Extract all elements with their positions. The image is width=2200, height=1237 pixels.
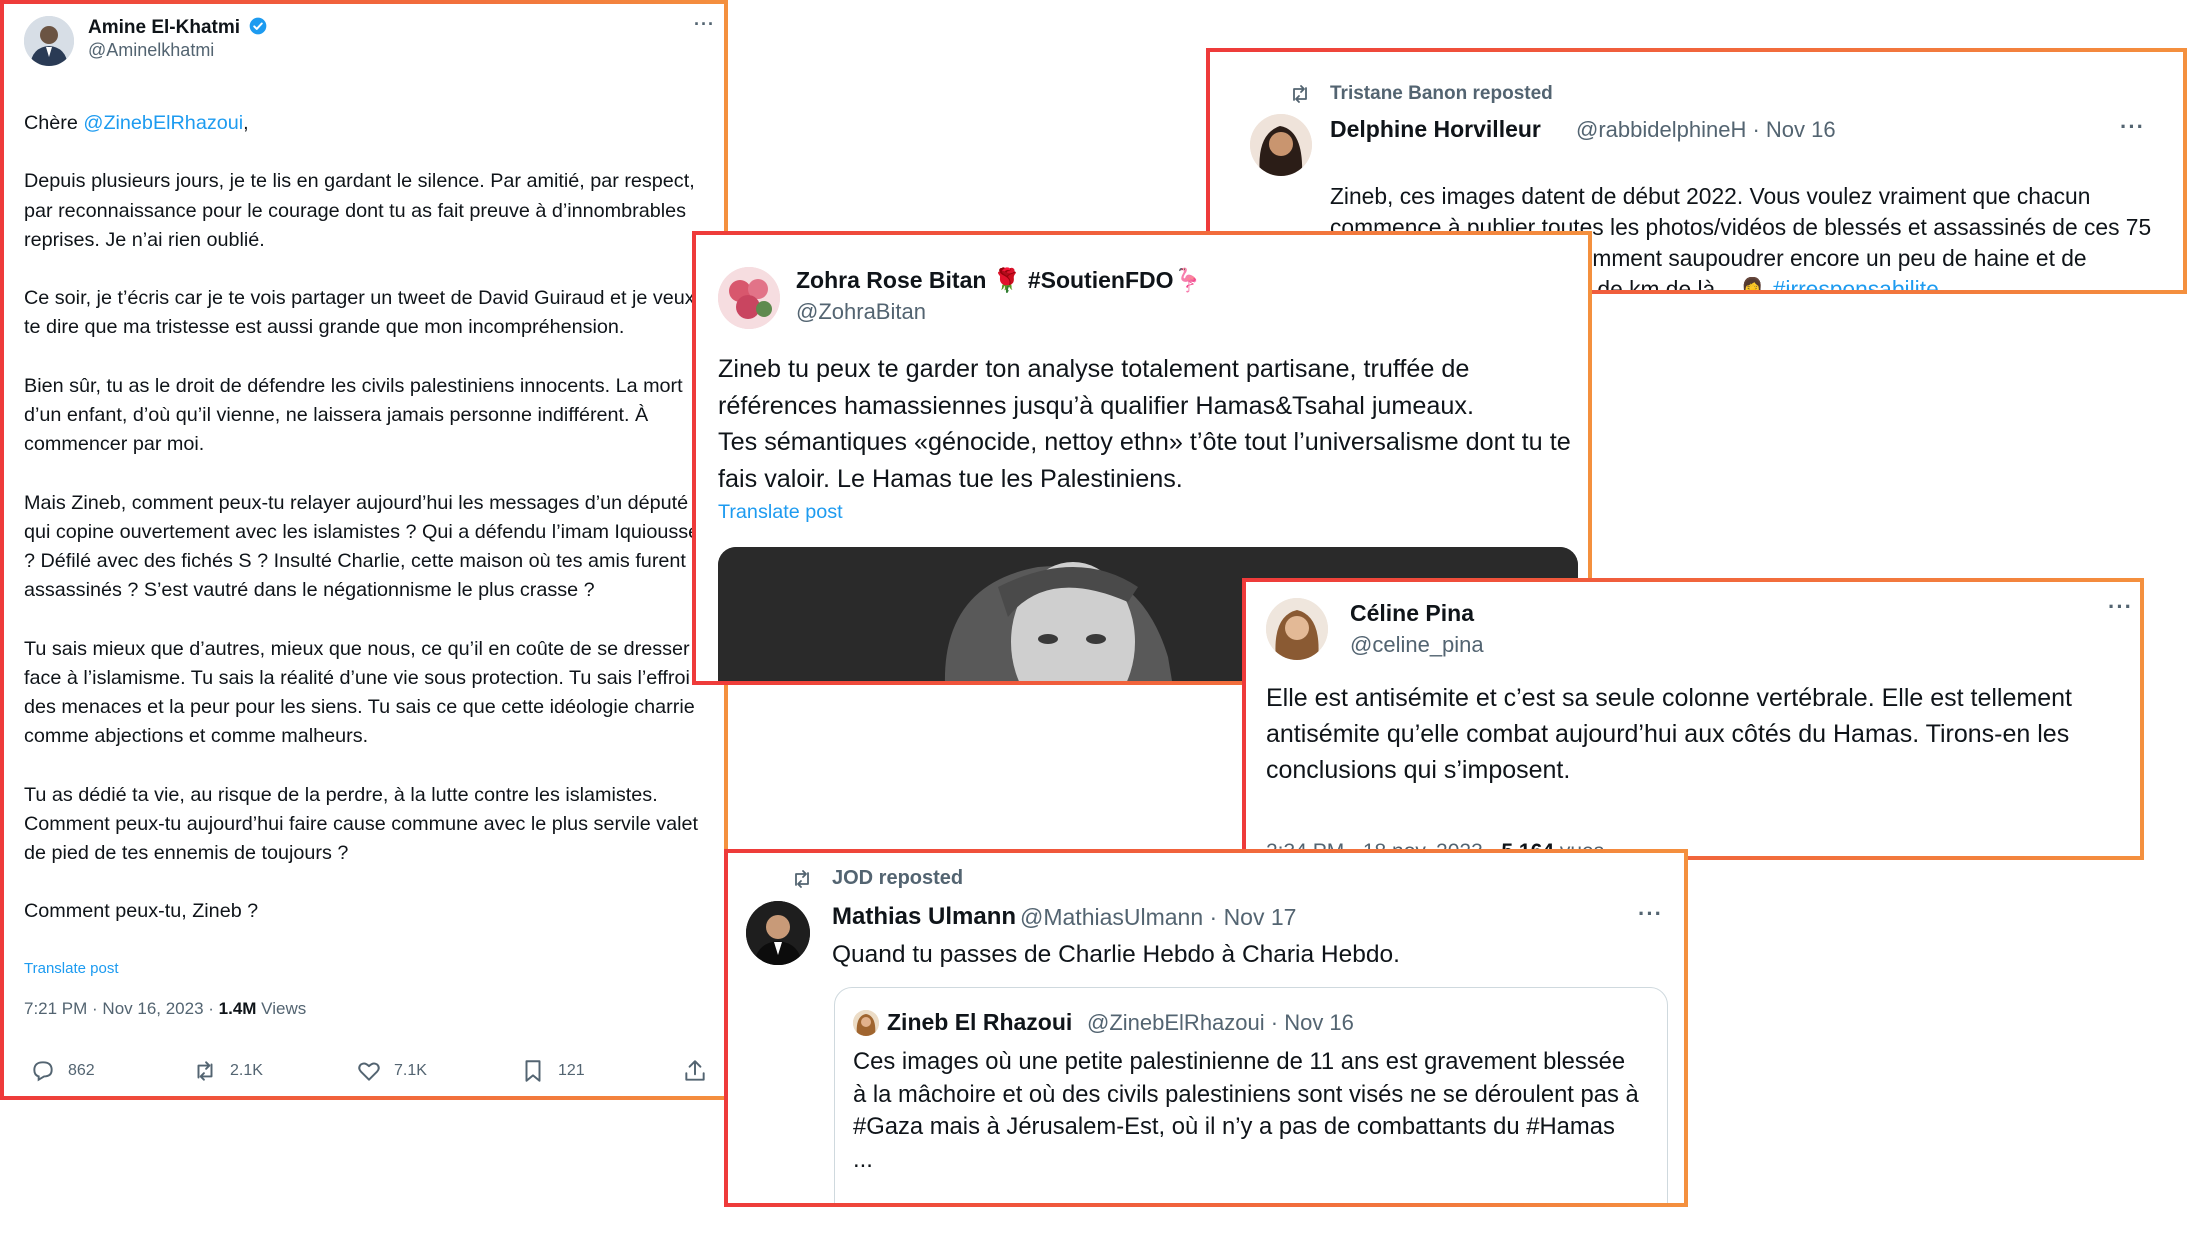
tweet-meta: 7:21 PM · Nov 16, 2023 · 1.4M Views: [24, 999, 306, 1019]
share-icon: [685, 1060, 705, 1081]
translate-post-link[interactable]: Translate post: [24, 960, 119, 977]
author-handle[interactable]: @celine_pina: [1350, 632, 1484, 658]
person-icon: [1266, 598, 1328, 660]
reply-button[interactable]: 862: [30, 1058, 95, 1084]
tweet-body-text: Quand tu passes de Charlie Hebdo à Chari…: [832, 941, 1400, 968]
tweet-card-mathias: JOD reposted Mathias Ulmann @MathiasUlma…: [724, 849, 1688, 1207]
views-count: 1.4M: [218, 999, 257, 1018]
tweet-body: Chère @ZinebElRhazoui, Depuis plusieurs …: [24, 80, 714, 956]
more-options-icon[interactable]: ···: [2108, 594, 2133, 620]
repost-icon: [197, 1061, 213, 1081]
author-name[interactable]: Céline Pina: [1350, 600, 1474, 627]
quoted-body-text: Ces images où une petite palestinienne d…: [853, 1048, 1639, 1173]
author-name[interactable]: Mathias Ulmann: [832, 903, 1016, 931]
heart-icon: [358, 1062, 380, 1081]
person-icon: [24, 16, 74, 66]
bookmark-count: 121: [558, 1062, 585, 1079]
tweet-card-amine: Amine El-Khatmi @Aminelkhatmi ··· Chère …: [0, 0, 728, 1100]
avatar-mathias[interactable]: [746, 901, 810, 965]
author-handle[interactable]: @ZohraBitan: [796, 299, 926, 325]
more-options-icon[interactable]: ···: [2120, 114, 2145, 140]
quoted-author-name[interactable]: Zineb El Rhazoui: [887, 1009, 1072, 1036]
reply-icon: [33, 1061, 53, 1082]
tweet-body-text: Zineb tu peux te garder ton analyse tota…: [718, 355, 1571, 493]
bookmark-button[interactable]: 121: [520, 1058, 585, 1084]
translate-post-link[interactable]: Translate post: [718, 501, 843, 524]
like-count: 7.1K: [394, 1062, 427, 1079]
views-label: Views: [256, 999, 307, 1018]
author-name[interactable]: Amine El-Khatmi: [88, 16, 268, 39]
greeting-prefix: Chère: [24, 112, 84, 135]
avatar-delphine[interactable]: [1250, 114, 1312, 176]
repost-icon: [1293, 85, 1307, 103]
avatar-amine[interactable]: [24, 16, 74, 66]
author-name[interactable]: Zohra Rose Bitan 🌹 #SoutienFDO🦩: [796, 267, 1202, 294]
quoted-handle-date[interactable]: @ZinebElRhazoui · Nov 16: [1087, 1010, 1354, 1036]
tweet-body-text: Elle est antisémite et c’est sa seule co…: [1266, 684, 2072, 784]
author-handle-date[interactable]: @MathiasUlmann · Nov 17: [1020, 904, 1296, 931]
bookmark-icon: [525, 1060, 541, 1082]
repost-label[interactable]: JOD reposted: [832, 867, 963, 890]
timestamp[interactable]: 7:21 PM · Nov 16, 2023 ·: [24, 999, 219, 1018]
author-name[interactable]: Delphine Horvilleur: [1330, 116, 1541, 143]
avatar-zineb[interactable]: [853, 1010, 879, 1036]
person-icon: [746, 901, 810, 965]
greeting-suffix: ,: [243, 112, 249, 135]
avatar-celine[interactable]: [1266, 598, 1328, 660]
flower-icon: [718, 267, 780, 329]
repost-count: 2.1K: [230, 1062, 263, 1079]
more-options-icon[interactable]: ···: [1638, 901, 1663, 927]
more-options-icon[interactable]: ···: [694, 14, 715, 35]
share-button[interactable]: [682, 1058, 708, 1084]
repost-label[interactable]: Tristane Banon reposted: [1330, 83, 1553, 105]
like-button[interactable]: 7.1K: [356, 1058, 427, 1084]
hashtag-link[interactable]: #irresponsabilite: [1773, 276, 1939, 290]
author-handle[interactable]: @Aminelkhatmi: [88, 40, 214, 61]
person-icon: [1250, 114, 1312, 176]
verified-badge-icon: [249, 17, 267, 35]
reply-count: 862: [68, 1062, 95, 1079]
repost-icon: [795, 870, 809, 888]
mention-link[interactable]: @ZinebElRhazoui: [83, 112, 243, 134]
tweet-card-celine: Céline Pina @celine_pina ··· Elle est an…: [1242, 578, 2144, 860]
person-icon: [853, 1010, 879, 1036]
repost-button[interactable]: 2.1K: [192, 1058, 263, 1084]
author-handle-date[interactable]: @rabbidelphineH · Nov 16: [1576, 117, 1836, 143]
avatar-zohra[interactable]: [718, 267, 780, 329]
tweet-body-text: Depuis plusieurs jours, je te lis en gar…: [24, 170, 711, 923]
quoted-tweet[interactable]: Zineb El Rhazoui @ZinebElRhazoui · Nov 1…: [834, 987, 1668, 1203]
